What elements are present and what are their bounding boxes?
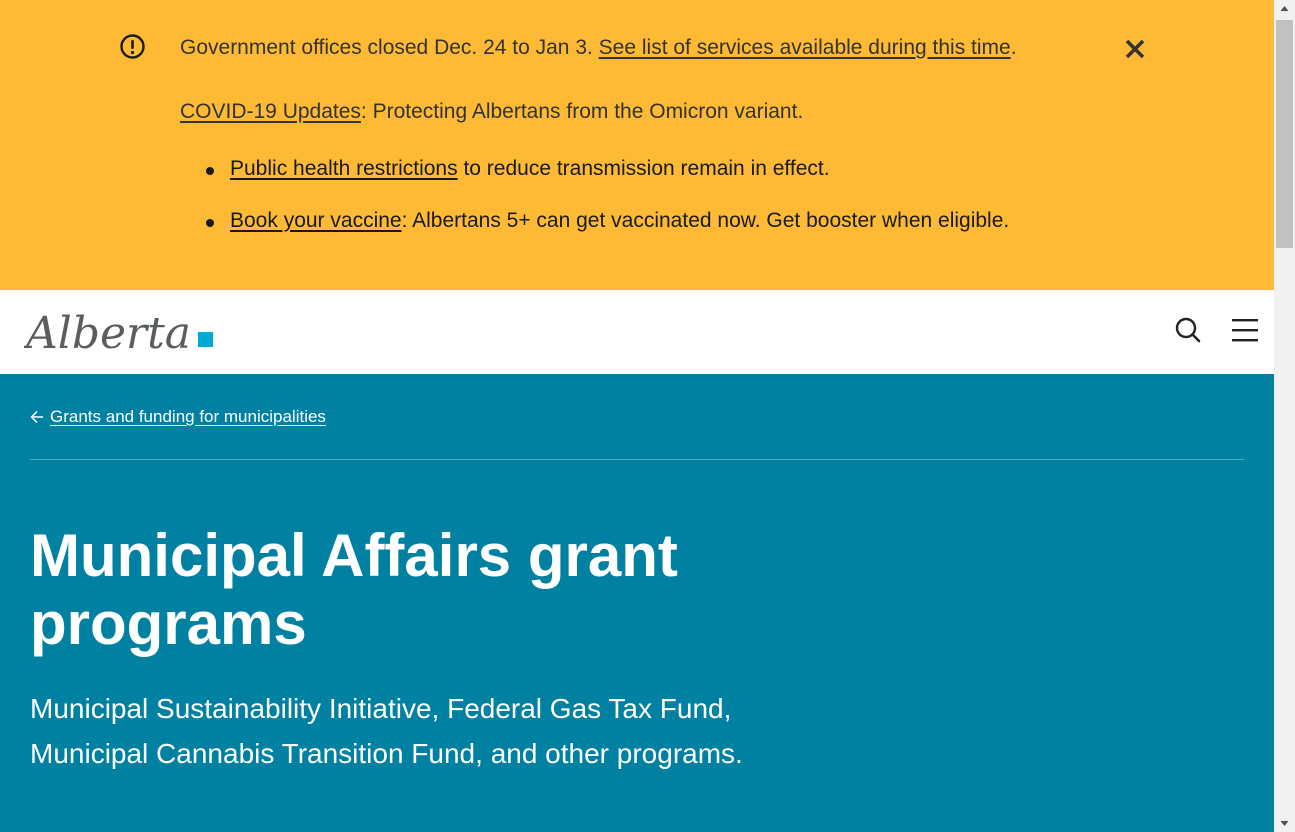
office-closure-period: .: [1010, 36, 1017, 59]
notification-banner: Government offices closed Dec. 24 to Jan…: [0, 0, 1274, 290]
office-closure-notice: Government offices closed Dec. 24 to Jan…: [180, 34, 1017, 62]
covid-update-text: : Protecting Albertans from the Omicron …: [360, 100, 804, 123]
vertical-scrollbar[interactable]: [1274, 0, 1295, 832]
breadcrumb-link[interactable]: Grants and funding for municipalities: [50, 406, 326, 428]
logo-wordmark: Alberta: [24, 308, 191, 359]
scrollbar-thumb[interactable]: [1276, 20, 1293, 248]
page: Government offices closed Dec. 24 to Jan…: [0, 0, 1274, 832]
list-item: Book your vaccine: Albertans 5+ can get …: [205, 207, 1010, 235]
alberta-logo[interactable]: Alberta: [24, 302, 218, 362]
book-vaccine-link[interactable]: Book your vaccine: [230, 209, 402, 232]
divider: [30, 459, 1244, 460]
site-header: Alberta: [0, 290, 1274, 374]
arrow-left-icon: [30, 410, 43, 424]
scroll-down-arrow-icon[interactable]: [1274, 815, 1295, 832]
list-item-text: to reduce transmission remain in effect.: [457, 157, 830, 180]
covid-update-notice: COVID-19 Updates: Protecting Albertans f…: [180, 98, 803, 126]
covid-updates-link[interactable]: COVID-19 Updates: [180, 100, 361, 123]
scroll-up-arrow-icon[interactable]: [1274, 0, 1295, 17]
search-icon[interactable]: [1174, 316, 1202, 344]
services-list-link[interactable]: See list of services available during th…: [599, 36, 1011, 59]
list-item-text: : Albertans 5+ can get vaccinated now. G…: [401, 209, 1010, 232]
alert-circle-icon: [120, 34, 145, 59]
office-closure-text: Government offices closed Dec. 24 to Jan…: [180, 36, 599, 59]
page-subtitle: Municipal Sustainability Initiative, Fed…: [30, 693, 743, 769]
close-icon[interactable]: [1122, 36, 1148, 62]
page-title: Municipal Affairs grant programs: [30, 522, 678, 657]
hamburger-menu-icon[interactable]: [1231, 317, 1259, 343]
hero-section: Grants and funding for municipalities Mu…: [0, 374, 1274, 832]
public-health-restrictions-link[interactable]: Public health restrictions: [230, 157, 458, 180]
list-item: Public health restrictions to reduce tra…: [206, 155, 830, 183]
